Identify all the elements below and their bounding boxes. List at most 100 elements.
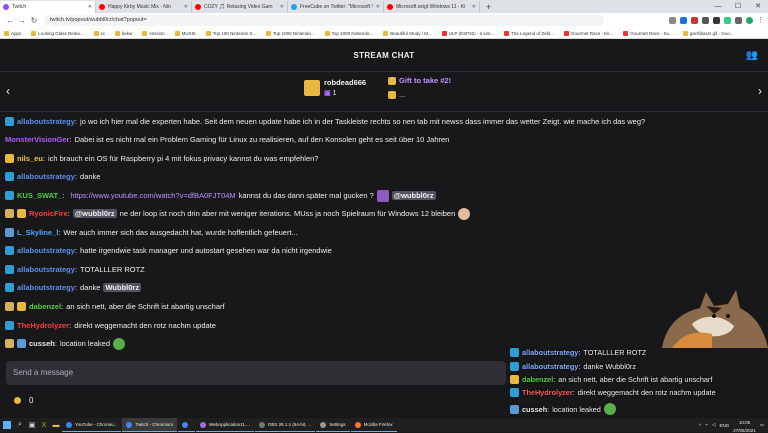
new-tab-button[interactable]: + xyxy=(480,1,497,13)
notifications-icon[interactable]: ▭ xyxy=(760,422,764,428)
language-indicator[interactable]: ENG xyxy=(719,423,729,428)
tray-chevron-icon[interactable]: ^ xyxy=(699,423,701,428)
taskbar-app[interactable]: Settings xyxy=(316,418,350,432)
bookmark-item[interactable]: The Legend of Zeld... xyxy=(504,30,554,36)
bookmark-item[interactable]: Beautiful Study / M... xyxy=(383,30,432,36)
chat-username[interactable]: MonsterVisionGer xyxy=(5,135,69,144)
prime-badge-icon[interactable] xyxy=(5,172,14,181)
extension-icon[interactable] xyxy=(713,17,720,24)
top-gifter[interactable]: robdead666 ▣ 1 xyxy=(304,78,366,97)
bookmark-item[interactable]: Gourmet Race - Kir... xyxy=(563,30,613,36)
chat-message[interactable]: TheHydrolyzer: direkt weggemacht den rotz… xyxy=(5,319,216,332)
chat-link[interactable]: https://www.youtube.com/watch?v=dfBA0FJT… xyxy=(70,191,235,200)
prime-badge-icon[interactable] xyxy=(5,283,14,292)
channel-points[interactable]: 0 xyxy=(14,396,33,405)
gift-goal[interactable]: Gift to take #2! ... xyxy=(388,76,451,100)
search-icon[interactable]: ⌕ xyxy=(14,418,26,432)
users-icon[interactable]: 👥 xyxy=(746,50,758,61)
bookmark-item[interactable]: Looking Glass Relea... xyxy=(31,30,84,36)
taskbar-app[interactable] xyxy=(177,418,195,432)
moderator-badge-icon[interactable] xyxy=(510,404,519,414)
maximize-icon[interactable]: ☐ xyxy=(728,0,748,13)
star-icon[interactable] xyxy=(680,17,687,24)
taskbar-app[interactable]: OBS 26.1.1 (64-bit, ... xyxy=(254,418,316,432)
chevron-right-icon[interactable]: › xyxy=(758,84,762,98)
bookmark-item[interactable]: MUSIK xyxy=(174,30,196,36)
gift-badge-icon[interactable] xyxy=(510,374,519,384)
bookmark-item[interactable]: Top 1000 Nintendo... xyxy=(324,30,373,36)
chat-username[interactable]: L_Skyline_l xyxy=(17,228,58,237)
close-icon[interactable]: ✕ xyxy=(280,4,284,10)
bookmark-item[interactable]: ULP (ESP32) - a sim... xyxy=(441,30,494,36)
chat-message[interactable]: allaboutstrategy: TOTALLLER ROTZ xyxy=(5,263,145,276)
crown-badge-icon[interactable] xyxy=(5,209,14,218)
chat-username[interactable]: allaboutstrategy xyxy=(17,172,75,181)
chat-message[interactable]: MonsterVisionGer: Dabei ist es nicht mal … xyxy=(5,133,449,146)
emote-icon[interactable] xyxy=(458,207,471,220)
close-icon[interactable]: ✕ xyxy=(748,0,768,13)
forward-icon[interactable]: → xyxy=(16,16,28,25)
bookmark-item[interactable]: Top 100 Nintendo S... xyxy=(205,30,256,36)
chat-message[interactable]: L_Skyline_l: Wer auch immer sich das ausg… xyxy=(5,226,298,239)
excel-icon[interactable]: X xyxy=(38,418,50,432)
chat-message[interactable]: cusseh: location leaked xyxy=(5,337,128,350)
chat-message[interactable]: allaboutstrategy: danke xyxy=(5,170,100,183)
bookmark-item[interactable]: sc xyxy=(93,30,105,36)
extension-icon[interactable] xyxy=(702,17,709,24)
chevron-left-icon[interactable]: ‹ xyxy=(6,84,10,98)
emote-icon[interactable] xyxy=(376,189,389,202)
moderator-badge-icon[interactable] xyxy=(17,339,26,348)
gift-badge-icon[interactable] xyxy=(17,209,26,218)
close-icon[interactable]: ✕ xyxy=(184,4,188,10)
folder-icon[interactable]: ▬ xyxy=(50,418,62,432)
close-icon[interactable]: ✕ xyxy=(472,4,476,10)
taskbar-app[interactable]: YouTube - Chromiu... xyxy=(62,418,122,432)
chat-input[interactable]: Send a message xyxy=(6,361,506,385)
chat-message[interactable]: nils_eu: ich brauch ein OS für Raspberry … xyxy=(5,152,318,165)
chat-username[interactable]: RyonicFire xyxy=(29,209,68,218)
close-icon[interactable]: ✕ xyxy=(88,4,92,10)
prime-badge-icon[interactable] xyxy=(5,246,14,255)
network-icon[interactable]: ⌁ xyxy=(705,422,708,428)
gift-badge-icon[interactable] xyxy=(5,154,14,163)
volume-icon[interactable]: ◁ xyxy=(712,422,715,428)
chat-username[interactable]: allaboutstrategy xyxy=(17,283,75,292)
chat-mention[interactable]: @wubbl0rz xyxy=(391,191,436,200)
taskbar-app[interactable]: Twitch - Chromium xyxy=(122,418,177,432)
crown-badge-icon[interactable] xyxy=(5,302,14,311)
chat-username[interactable]: TheHydrolyzer xyxy=(17,321,69,330)
puzzle-icon[interactable] xyxy=(735,17,742,24)
chat-message[interactable]: RyonicFire: @wubbl0rz ne der loop ist noch… xyxy=(5,207,473,220)
browser-tab[interactable]: COZY 🎵 Relaxing Video Gam ✕ xyxy=(192,1,288,13)
chat-username[interactable]: allaboutstrategy xyxy=(17,117,75,126)
browser-tab[interactable]: Twitch ✕ xyxy=(0,1,96,13)
bookmark-item[interactable]: Top 1000 Nintendo... xyxy=(266,30,315,36)
bookmark-item[interactable]: gachibass! gif - Goo... xyxy=(682,30,734,36)
extension-icon[interactable] xyxy=(691,17,698,24)
browser-tab[interactable]: Happy Kirby Music Mix - Nin ✕ xyxy=(96,1,192,13)
clock[interactable]: 10:06 27/06/2021 xyxy=(733,417,756,433)
bookmark-item[interactable]: session xyxy=(142,30,165,36)
prime-badge-icon[interactable] xyxy=(510,347,519,357)
prime-badge-icon[interactable] xyxy=(5,265,14,274)
crown-badge-icon[interactable] xyxy=(5,339,14,348)
bookmark-item[interactable]: Gourmet Race - Su... xyxy=(623,30,673,36)
chat-message[interactable]: allaboutstrategy: danke Wubbl0rz xyxy=(5,281,142,294)
gift-badge-icon[interactable] xyxy=(17,302,26,311)
emote-icon[interactable] xyxy=(113,337,125,350)
chat-message[interactable]: dabenzel: an sich nett, aber die Schrift … xyxy=(5,300,225,313)
task-view-icon[interactable]: ▣ xyxy=(26,418,38,432)
chat-username[interactable]: dabenzel xyxy=(29,302,61,311)
taskbar-app[interactable]: Mozilla Firefox xyxy=(350,418,397,432)
chat-username[interactable]: allaboutstrategy xyxy=(17,246,75,255)
prime-badge-icon[interactable] xyxy=(510,387,519,397)
chat-username[interactable]: KUS_SWAT_ xyxy=(17,191,62,200)
chat-username[interactable]: cusseh xyxy=(29,339,55,348)
close-icon[interactable]: ✕ xyxy=(376,4,380,10)
prime-badge-icon[interactable] xyxy=(5,321,14,330)
start-button[interactable] xyxy=(0,418,14,432)
prime-badge-icon[interactable] xyxy=(5,117,14,126)
chat-message[interactable]: KUS_SWAT_: https://www.youtube.com/watch?… xyxy=(5,189,436,202)
browser-tab[interactable]: Microsoft zeigt Windows 11 - Ki ✕ xyxy=(384,1,480,13)
chat-mention[interactable]: Wubbl0rz xyxy=(103,283,142,292)
